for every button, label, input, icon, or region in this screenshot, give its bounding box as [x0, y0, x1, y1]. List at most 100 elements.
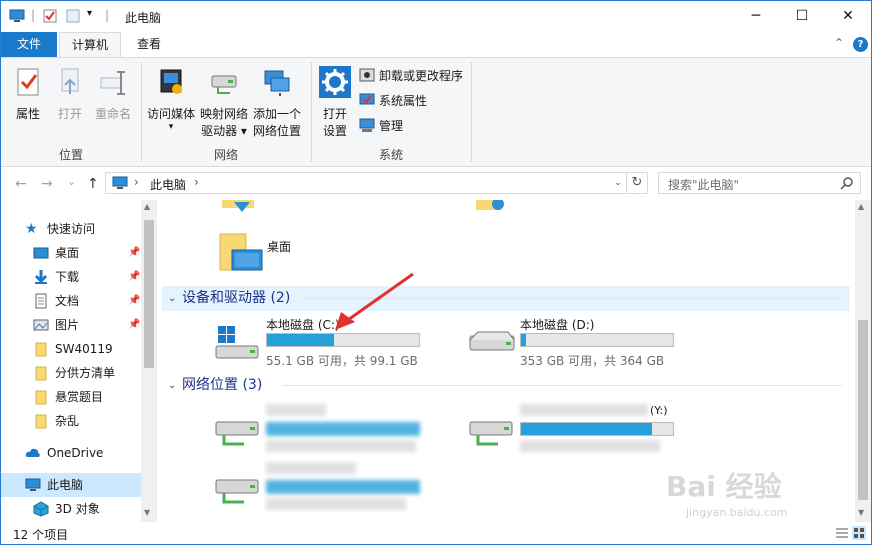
- collapse-ribbon-icon[interactable]: ⌃: [834, 36, 844, 50]
- nav-downloads[interactable]: 下载 📌: [1, 265, 141, 289]
- scroll-down-icon[interactable]: ▼: [144, 508, 150, 517]
- nav-pictures[interactable]: 图片 📌: [1, 313, 141, 337]
- nav-this-pc[interactable]: 此电脑: [1, 473, 141, 497]
- large-icons-view-icon[interactable]: [852, 526, 866, 540]
- folder-icon[interactable]: [220, 200, 260, 214]
- content-scrollbar[interactable]: ▲ ▼: [855, 200, 871, 522]
- nav-onedrive[interactable]: OneDrive: [1, 441, 141, 465]
- open-button[interactable]: 打开: [53, 66, 87, 123]
- tab-computer[interactable]: 计算机: [59, 32, 121, 58]
- network-drive-1[interactable]: [214, 404, 434, 456]
- manage-button[interactable]: 管理: [359, 116, 403, 136]
- forward-button[interactable]: →: [41, 176, 53, 192]
- network-drive-3[interactable]: [214, 462, 434, 514]
- nav-pane-scrollbar[interactable]: ▲ ▼: [141, 200, 157, 522]
- explorer-window: | ▾ | 此电脑 ─ ☐ ✕ 文件 计算机 查看 ⌃ ? 属性 打开 重命名 …: [0, 0, 872, 545]
- rename-icon: [100, 71, 125, 95]
- drive-c-usage-fill: [267, 334, 335, 346]
- up-button[interactable]: ↑: [87, 176, 99, 192]
- search-icon[interactable]: [840, 176, 854, 190]
- nav-quick-access[interactable]: ★ 快速访问: [1, 217, 141, 241]
- system-properties-icon: [359, 93, 375, 105]
- pin-icon[interactable]: 📌: [128, 265, 140, 289]
- scroll-up-icon[interactable]: ▲: [858, 202, 864, 211]
- network-drive-y[interactable]: (Y:): [468, 404, 688, 456]
- system-properties-button[interactable]: 系统属性: [359, 91, 427, 111]
- windows-drive-icon: [215, 326, 259, 359]
- address-dropdown-button[interactable]: ⌄: [609, 173, 626, 193]
- properties-quick-icon[interactable]: [43, 9, 57, 23]
- documents-icon: [35, 293, 47, 309]
- nav-folder-supplier-list[interactable]: 分供方清单: [1, 361, 141, 385]
- item-count: 12 个项目: [13, 528, 69, 542]
- close-button[interactable]: ✕: [825, 1, 871, 32]
- baidu-watermark-url: jingyan.baidu.com: [686, 506, 788, 519]
- nav-desktop[interactable]: 桌面 📌: [1, 241, 141, 265]
- scroll-up-icon[interactable]: ▲: [144, 202, 150, 211]
- cube-icon: [33, 501, 49, 517]
- breadcrumb-separator[interactable]: ›: [194, 175, 199, 189]
- nav-folder-misc[interactable]: 杂乱: [1, 409, 141, 433]
- maximize-button[interactable]: ☐: [779, 1, 825, 32]
- folder-icon: [35, 390, 47, 405]
- tab-file[interactable]: 文件: [1, 32, 57, 57]
- uninstall-programs-button[interactable]: 卸载或更改程序: [359, 66, 463, 86]
- pin-icon[interactable]: 📌: [128, 289, 140, 313]
- nav-pane-scroll-thumb[interactable]: [144, 220, 154, 368]
- network-drive-icon: [215, 479, 259, 504]
- cloud-icon: [25, 448, 40, 457]
- tab-view[interactable]: 查看: [125, 32, 173, 57]
- group-network-locations[interactable]: ⌄ 网络位置 (3): [162, 373, 850, 398]
- open-icon: [61, 68, 79, 94]
- search-input[interactable]: 搜索"此电脑": [658, 172, 861, 194]
- chevron-down-icon: ⌄: [168, 380, 177, 391]
- recent-locations-button[interactable]: ⌄: [67, 175, 76, 188]
- folder-desktop[interactable]: 桌面: [216, 232, 336, 278]
- new-folder-quick-icon[interactable]: [66, 9, 80, 23]
- network-drive-icon: [215, 421, 259, 446]
- pin-icon[interactable]: 📌: [128, 241, 140, 265]
- network-drive-y-letter: (Y:): [650, 404, 668, 417]
- help-icon[interactable]: ?: [853, 37, 868, 52]
- annotation-arrow: [335, 272, 414, 330]
- properties-button[interactable]: 属性: [9, 66, 47, 123]
- content-pane: 桌面 ⌄ 设备和驱动器 (2) 本地磁盘 (C:) 55.1 GB 可用，共 9…: [158, 200, 855, 522]
- content-scroll-thumb[interactable]: [858, 320, 868, 500]
- rename-button[interactable]: 重命名: [91, 66, 135, 123]
- baidu-watermark: Bai 经验: [666, 470, 782, 503]
- map-network-drive-button[interactable]: 映射网络 驱动器 ▾: [198, 66, 250, 140]
- details-view-icon[interactable]: [835, 526, 849, 540]
- settings-gear-icon: [319, 66, 351, 98]
- group-label-location: 位置: [58, 148, 83, 162]
- chevron-down-icon: ⌄: [168, 293, 177, 304]
- nav-folder-bounty[interactable]: 悬赏题目: [1, 385, 141, 409]
- customize-qat-icon[interactable]: ▾: [87, 8, 92, 19]
- computer-icon: [112, 176, 128, 189]
- address-bar[interactable]: › 此电脑 › ⌄: [105, 172, 627, 194]
- drive-d[interactable]: 本地磁盘 (D:) 353 GB 可用，共 364 GB: [468, 316, 688, 368]
- add-network-location-button[interactable]: 添加一个 网络位置: [251, 66, 303, 140]
- properties-icon: [17, 68, 39, 96]
- uninstall-icon: [359, 68, 375, 82]
- group-label-system: 系统: [378, 148, 403, 162]
- nav-folder-sw40119[interactable]: SW40119: [1, 337, 141, 361]
- group-devices-and-drives[interactable]: ⌄ 设备和驱动器 (2): [162, 286, 850, 311]
- back-button[interactable]: ←: [15, 176, 27, 192]
- drive-d-free-space: 353 GB 可用，共 364 GB: [520, 354, 665, 368]
- pin-icon[interactable]: 📌: [128, 313, 140, 337]
- scroll-down-icon[interactable]: ▼: [858, 508, 864, 517]
- navigation-bar: ← → ⌄ ↑ › 此电脑 › ⌄ ↻ 搜索"此电脑": [1, 168, 871, 200]
- breadcrumb-separator[interactable]: ›: [134, 175, 139, 189]
- minimize-button[interactable]: ─: [733, 1, 779, 32]
- open-settings-button[interactable]: 打开 设置: [315, 66, 355, 140]
- breadcrumb-this-pc[interactable]: 此电脑: [150, 176, 186, 193]
- desktop-folder-icon: [219, 233, 263, 271]
- access-media-button[interactable]: 访问媒体 ▾: [145, 66, 197, 132]
- nav-documents[interactable]: 文档 📌: [1, 289, 141, 313]
- drive-c-name: 本地磁盘 (C:): [266, 318, 340, 332]
- drive-c-free-space: 55.1 GB 可用，共 99.1 GB: [266, 354, 418, 368]
- search-placeholder: 搜索"此电脑": [668, 178, 740, 192]
- folder-icon[interactable]: [474, 200, 514, 214]
- nav-3d-objects[interactable]: 3D 对象: [1, 497, 141, 521]
- refresh-button[interactable]: ↻: [627, 172, 648, 194]
